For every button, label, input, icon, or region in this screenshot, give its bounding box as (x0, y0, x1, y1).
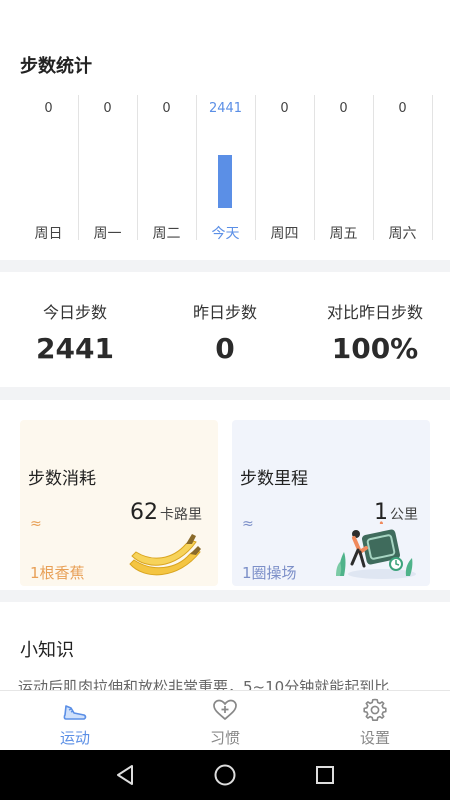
step-stats-section: 步数统计 0 周日 0 周一 0 周二 2441 今天 0 周四 0 周五 0 … (0, 0, 450, 260)
day-step-value: 0 (162, 101, 171, 116)
today-steps-label: 今日步数 (42, 303, 107, 322)
day-label: 周六 (388, 226, 417, 242)
tab-settings[interactable]: 设置 (300, 691, 450, 751)
tips-title: 小知识 (20, 640, 74, 661)
recent-apps-icon[interactable] (314, 763, 336, 787)
day-label: 周四 (270, 226, 299, 242)
gear-icon (363, 698, 387, 721)
home-icon[interactable] (213, 763, 237, 787)
system-navigation-bar (0, 750, 450, 800)
tab-label: 设置 (359, 729, 390, 747)
compare-steps-value: 100% (331, 332, 419, 365)
day-column-monday[interactable]: 0 周一 (79, 95, 138, 245)
today-steps-value: 2441 (36, 332, 114, 365)
tab-exercise[interactable]: 运动 (0, 691, 150, 751)
day-step-value: 0 (103, 101, 112, 116)
day-label: 周日 (34, 226, 63, 242)
back-icon[interactable] (114, 763, 136, 787)
day-column-today[interactable]: 2441 今天 (197, 95, 256, 245)
calorie-equivalent: 1根香蕉 (30, 564, 85, 582)
banana-icon (129, 534, 201, 576)
page-title: 步数统计 (20, 56, 92, 77)
day-label: 周二 (152, 226, 181, 242)
sneaker-icon (63, 705, 87, 720)
day-step-value: 0 (280, 101, 289, 116)
calorie-value: 62 (130, 500, 158, 525)
day-step-value: 0 (44, 101, 53, 116)
day-column-friday[interactable]: 0 周五 (315, 95, 374, 245)
summary-cards-section: 步数消耗 62 卡路里 ≈ 1根香蕉 步数里程 1 公里 ≈ 1圈操场 (0, 400, 450, 590)
tab-label: 运动 (59, 729, 90, 747)
weekly-step-chart: 0 周日 0 周一 0 周二 2441 今天 0 周四 0 周五 0 周六 (20, 95, 433, 245)
calorie-value-row: 62 卡路里 (130, 500, 202, 525)
approx-symbol: ≈ (30, 516, 42, 532)
tab-label: 习惯 (209, 729, 240, 747)
calorie-card[interactable]: 步数消耗 62 卡路里 ≈ 1根香蕉 (20, 420, 218, 586)
day-label: 今天 (211, 226, 240, 242)
day-column-saturday[interactable]: 0 周六 (374, 95, 433, 245)
day-label: 周一 (93, 226, 122, 242)
day-column-sunday[interactable]: 0 周日 (20, 95, 79, 245)
tips-section: 小知识 运动后肌肉拉伸和放松非常重要，5~10分钟就能起到比 (0, 602, 450, 698)
today-step-bar (218, 155, 232, 208)
step-comparison-section: 今日步数 2441 昨日步数 0 对比昨日步数 100% (0, 272, 450, 387)
yesterday-steps-value: 0 (215, 332, 235, 365)
day-step-value: 0 (339, 101, 348, 116)
distance-card[interactable]: 步数里程 1 公里 ≈ 1圈操场 (232, 420, 430, 586)
distance-card-title: 步数里程 (240, 469, 308, 489)
distance-equivalent: 1圈操场 (242, 564, 297, 582)
yesterday-steps-label: 昨日步数 (192, 303, 257, 322)
calorie-card-title: 步数消耗 (28, 469, 96, 489)
calorie-unit: 卡路里 (160, 507, 202, 523)
day-step-value: 2441 (208, 101, 243, 116)
compare-steps-label: 对比昨日步数 (326, 303, 423, 322)
day-column-tuesday[interactable]: 0 周二 (138, 95, 197, 245)
day-column-thursday[interactable]: 0 周四 (256, 95, 315, 245)
day-label: 周五 (329, 226, 358, 242)
tab-habits[interactable]: 习惯 (150, 691, 300, 751)
approx-symbol: ≈ (242, 516, 254, 532)
day-divider (432, 95, 433, 240)
heart-plus-icon (213, 699, 237, 721)
runner-track-icon (336, 521, 416, 579)
bottom-tab-bar: 运动 习惯 设置 (0, 690, 450, 750)
day-step-value: 0 (398, 101, 407, 116)
